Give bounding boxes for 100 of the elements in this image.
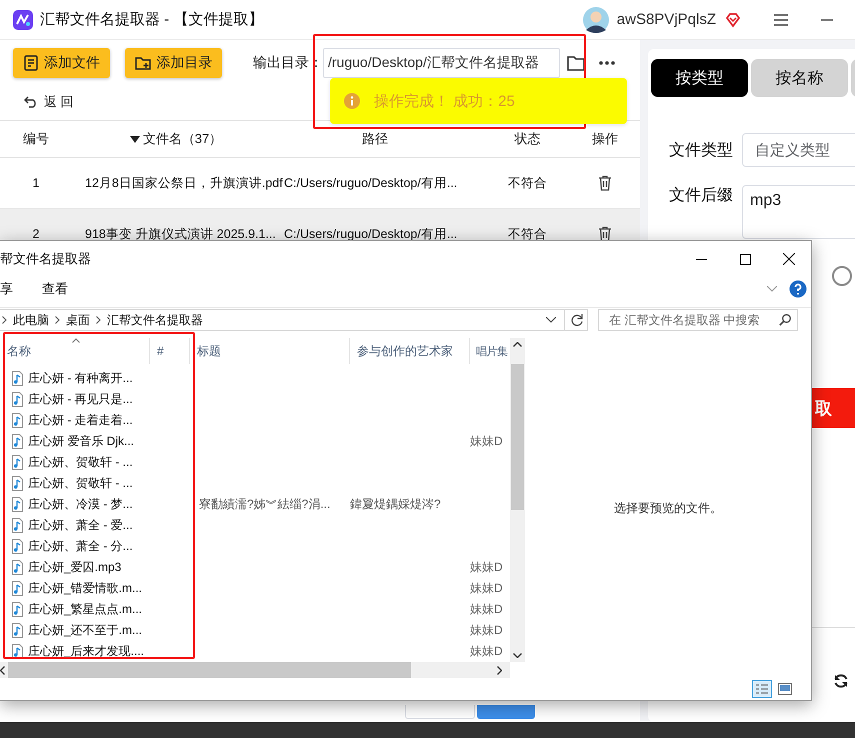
trash-icon[interactable] — [598, 226, 612, 242]
table-cell-text: 1 — [32, 176, 40, 190]
music-file-icon — [12, 602, 23, 617]
music-file-icon — [12, 581, 23, 596]
file-path: C:/Users/ruguo/Desktop/有用... — [283, 226, 458, 242]
music-file-icon — [12, 623, 23, 638]
add-file-icon — [23, 55, 39, 71]
album-name: 妹妹D — [470, 434, 503, 448]
maximize-icon[interactable] — [740, 254, 750, 264]
add-folder-button[interactable]: 添加目录 — [125, 48, 222, 78]
column-header: 状态 — [514, 130, 540, 148]
info-icon — [344, 93, 360, 109]
column-header: 编号 — [23, 130, 49, 148]
column-header[interactable]: 标题 — [197, 342, 221, 360]
column-header: 文件名（37） — [142, 130, 222, 148]
breadcrumb-item[interactable]: 此电脑 — [13, 312, 49, 328]
column-header: 操作 — [592, 130, 618, 148]
help-icon[interactable] — [789, 280, 807, 298]
file-name[interactable]: 庄心妍 - 走着走着... — [28, 412, 133, 429]
refresh-icon[interactable] — [571, 314, 583, 326]
tab[interactable]: 按类型 — [651, 59, 748, 97]
breadcrumb-chevron-icon — [96, 316, 101, 324]
ribbon-tab[interactable]: 享 — [0, 280, 13, 298]
file-name[interactable]: 庄心妍_繁星点点.m... — [28, 601, 142, 618]
music-file-icon — [12, 392, 23, 407]
file-name[interactable]: 庄心妍_爱囚.mp3 — [28, 559, 122, 576]
music-file-icon — [12, 560, 23, 575]
file-name[interactable]: 庄心妍 - 有种离开... — [28, 370, 133, 387]
scrollbar-thumb[interactable] — [511, 364, 524, 510]
suffix-textarea[interactable]: mp3 — [742, 185, 855, 239]
search-field[interactable]: 在 汇帮文件名提取器 中搜索 — [598, 309, 798, 331]
output-path-field[interactable]: /ruguo/Desktop/汇帮文件名提取器 — [323, 48, 560, 78]
status-text: 不符合 — [507, 226, 548, 242]
scrollbar-thumb[interactable] — [8, 662, 411, 678]
file-name[interactable]: 庄心妍_错爱情歌.m... — [28, 580, 142, 597]
menu-icon[interactable] — [773, 12, 789, 26]
diamond-icon — [725, 12, 741, 28]
window-title: 帮文件名提取器 — [0, 250, 92, 268]
music-file-icon — [12, 455, 23, 470]
add-file-button[interactable]: 添加文件 — [13, 48, 110, 78]
file-name[interactable]: 庄心妍 爱音乐 Djk... — [28, 433, 134, 450]
music-file-icon — [12, 371, 23, 386]
file-name[interactable]: 庄心妍、冷漠 - 梦... — [28, 496, 133, 513]
breadcrumb-item[interactable]: 桌面 — [66, 312, 90, 328]
music-file-icon — [12, 476, 23, 491]
folder-icon[interactable] — [567, 55, 585, 71]
song-title: 寮勫績濡?姊︾紶缁?涓... — [199, 497, 330, 511]
file-name[interactable]: 庄心妍、萧全 - 爱... — [28, 517, 133, 534]
app-title: 汇帮文件名提取器 - 【文件提取】 — [40, 10, 264, 29]
music-file-icon — [12, 413, 23, 428]
file-name[interactable]: 庄心妍_还不至于.m... — [28, 622, 142, 639]
column-header[interactable]: 唱片集 — [476, 344, 508, 358]
details-view-icon[interactable] — [752, 680, 772, 698]
back-arrow-icon[interactable] — [24, 96, 38, 108]
tab[interactable]: 按名称 — [751, 59, 848, 97]
search-icon — [779, 314, 791, 326]
ribbon-tab[interactable]: 查看 — [42, 280, 68, 298]
breadcrumb-item[interactable]: 汇帮文件名提取器 — [107, 312, 203, 328]
field-label: 文件后缀 — [669, 186, 734, 206]
add-folder-icon — [134, 55, 152, 71]
file-type-select[interactable]: 自定义类型 — [742, 133, 855, 167]
app-logo-icon — [12, 8, 34, 30]
back-link[interactable]: 返 回 — [44, 93, 74, 111]
username: awS8PVjPqlsZ — [616, 11, 716, 28]
trash-icon[interactable] — [598, 175, 612, 191]
column-header[interactable]: 参与创作的艺术家 — [357, 342, 453, 360]
album-name: 妹妹D — [470, 602, 503, 616]
column-header[interactable]: 名称 — [7, 342, 31, 360]
scroll-right-icon[interactable] — [497, 666, 502, 674]
file-name[interactable]: 庄心妍、贺敬轩 - ... — [28, 454, 133, 471]
file-name[interactable]: 庄心妍 - 再见只是... — [28, 391, 133, 408]
dropdown-icon[interactable] — [546, 317, 556, 323]
address-bar[interactable]: 此电脑 桌面 汇帮文件名提取器 — [0, 309, 588, 331]
scroll-down-icon[interactable] — [513, 653, 522, 658]
output-label: 输出目录： — [253, 54, 323, 72]
refresh-icon[interactable] — [833, 673, 849, 689]
field-label: 文件类型 — [669, 140, 734, 160]
chevron-down-icon[interactable] — [767, 286, 777, 292]
album-name: 妹妹D — [470, 560, 503, 574]
sort-caret-icon[interactable] — [130, 136, 140, 142]
extract-button[interactable]: 取 — [812, 388, 855, 428]
more-icon[interactable] — [599, 61, 615, 65]
file-name[interactable]: 庄心妍、贺敬轩 - ... — [28, 475, 133, 492]
breadcrumb-chevron-icon — [55, 316, 60, 324]
status-text: 不符合 — [507, 174, 548, 192]
thumbnail-view-icon[interactable] — [778, 683, 792, 695]
radio-button[interactable] — [832, 266, 852, 286]
avatar-icon — [582, 6, 610, 34]
file-name: 918事变 升旗仪式演讲 2025.9.1... — [84, 226, 277, 242]
music-file-icon — [12, 497, 23, 512]
breadcrumb-chevron-icon — [2, 316, 7, 324]
scroll-left-icon[interactable] — [0, 666, 5, 674]
album-name: 妹妹D — [470, 581, 503, 595]
scroll-up-icon[interactable] — [513, 342, 522, 347]
close-icon[interactable] — [783, 253, 795, 265]
file-name[interactable]: 庄心妍、萧全 - 分... — [28, 538, 133, 555]
artist-name: 鍏夐煶鍝婇煶涔? — [350, 497, 441, 511]
album-name: 妹妹D — [470, 623, 503, 637]
music-file-icon — [12, 644, 23, 659]
column-header[interactable]: # — [157, 344, 164, 358]
